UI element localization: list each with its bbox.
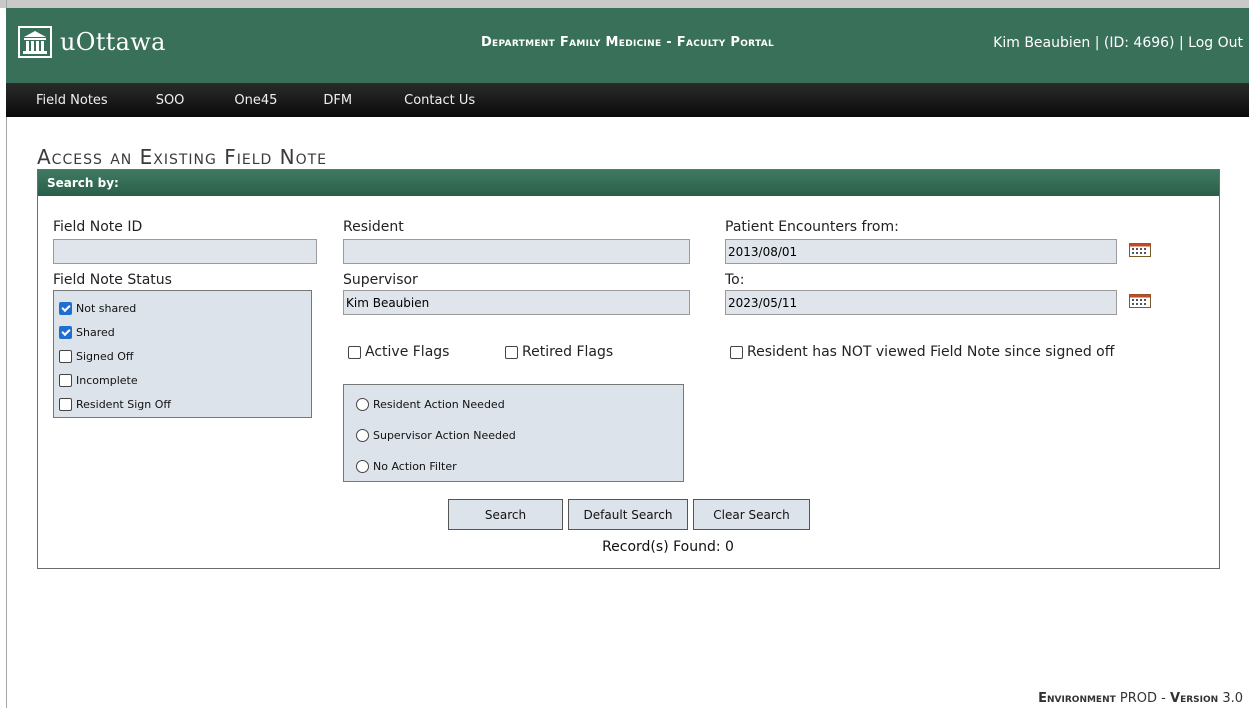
encounters-from-label: Patient Encounters from: xyxy=(725,219,899,235)
not-viewed-option[interactable]: Resident has NOT viewed Field Note since… xyxy=(730,344,1114,360)
status-option-label: Not shared xyxy=(76,301,137,315)
status-label: Field Note Status xyxy=(53,272,172,288)
status-box: Not shared Shared Signed Off Incomplete … xyxy=(53,290,312,418)
status-option[interactable]: Signed Off xyxy=(54,344,311,368)
field-note-id-label: Field Note ID xyxy=(53,219,143,235)
checkbox[interactable] xyxy=(505,345,518,359)
checkbox[interactable] xyxy=(59,349,72,363)
separator: | xyxy=(1178,35,1184,51)
supervisor-input[interactable] xyxy=(343,290,690,315)
status-option-label: Incomplete xyxy=(76,373,138,387)
user-info: Kim Beaubien | (ID: 4696) | Log Out xyxy=(993,35,1243,51)
action-option-label: Supervisor Action Needed xyxy=(373,429,516,442)
env-value: PROD xyxy=(1119,691,1158,706)
search-button[interactable]: Search xyxy=(448,499,563,530)
field-note-id-input[interactable] xyxy=(53,239,317,264)
action-option[interactable]: No Action Filter xyxy=(344,451,683,482)
checkbox-checked[interactable] xyxy=(59,301,72,315)
radio-button[interactable] xyxy=(356,460,369,473)
retired-flags-label: Retired Flags xyxy=(522,344,614,360)
calendar-icon[interactable] xyxy=(1129,243,1151,257)
checkbox[interactable] xyxy=(348,345,361,359)
status-option-label: Resident Sign Off xyxy=(76,397,171,411)
action-option[interactable]: Resident Action Needed xyxy=(344,389,683,420)
to-input[interactable] xyxy=(725,290,1117,315)
version-label: Version xyxy=(1170,691,1219,706)
separator: | xyxy=(1094,35,1100,51)
checkbox[interactable] xyxy=(59,373,72,387)
default-search-button[interactable]: Default Search xyxy=(568,499,688,530)
checkbox[interactable] xyxy=(730,345,743,359)
status-option[interactable]: Resident Sign Off xyxy=(54,392,311,416)
calendar-icon[interactable] xyxy=(1129,294,1151,308)
search-panel: Search by: Field Note ID Resident Patien… xyxy=(37,169,1220,569)
nav-contact-us[interactable]: Contact Us xyxy=(404,93,475,108)
to-label: To: xyxy=(725,272,745,288)
dash: - xyxy=(1161,691,1166,706)
nav-dfm[interactable]: DFM xyxy=(323,93,352,108)
retired-flags-option[interactable]: Retired Flags xyxy=(505,344,613,360)
environment-info: Environment PROD - Version 3.0 xyxy=(1038,691,1243,706)
site-header: uOttawa Department Family Medicine - Fac… xyxy=(6,8,1249,83)
nav-one45[interactable]: One45 xyxy=(234,93,277,108)
nav-soo[interactable]: SOO xyxy=(156,93,185,108)
resident-label: Resident xyxy=(343,219,404,235)
active-flags-label: Active Flags xyxy=(365,344,450,360)
env-label: Environment xyxy=(1038,691,1116,706)
status-option[interactable]: Shared xyxy=(54,320,311,344)
nav-field-notes[interactable]: Field Notes xyxy=(36,93,108,108)
user-name: Kim Beaubien xyxy=(993,35,1091,51)
version-value: 3.0 xyxy=(1222,691,1243,706)
status-option[interactable]: Incomplete xyxy=(54,368,311,392)
user-id: (ID: 4696) xyxy=(1103,35,1175,51)
page-title: Access an Existing Field Note xyxy=(37,145,328,169)
encounters-from-input[interactable] xyxy=(725,239,1117,264)
active-flags-option[interactable]: Active Flags xyxy=(348,344,449,360)
checkbox[interactable] xyxy=(59,397,72,411)
status-option-label: Signed Off xyxy=(76,349,134,363)
logout-link[interactable]: Log Out xyxy=(1188,35,1243,51)
checkbox-checked[interactable] xyxy=(59,325,72,339)
action-option[interactable]: Supervisor Action Needed xyxy=(344,420,683,451)
status-option[interactable]: Not shared xyxy=(54,296,311,320)
panel-header: Search by: xyxy=(38,170,1219,196)
radio-button[interactable] xyxy=(356,398,369,411)
radio-button[interactable] xyxy=(356,429,369,442)
main-nav: Field Notes SOO One45 DFM Contact Us xyxy=(6,83,1249,117)
not-viewed-label: Resident has NOT viewed Field Note since… xyxy=(747,344,1115,360)
status-option-label: Shared xyxy=(76,325,115,339)
clear-search-button[interactable]: Clear Search xyxy=(693,499,810,530)
browser-top-strip xyxy=(0,0,1249,8)
supervisor-label: Supervisor xyxy=(343,272,418,288)
action-filter-box: Resident Action Needed Supervisor Action… xyxy=(343,384,684,482)
resident-input[interactable] xyxy=(343,239,690,264)
records-found: Record(s) Found: 0 xyxy=(602,539,734,555)
action-option-label: Resident Action Needed xyxy=(373,398,505,411)
action-option-label: No Action Filter xyxy=(373,460,457,473)
